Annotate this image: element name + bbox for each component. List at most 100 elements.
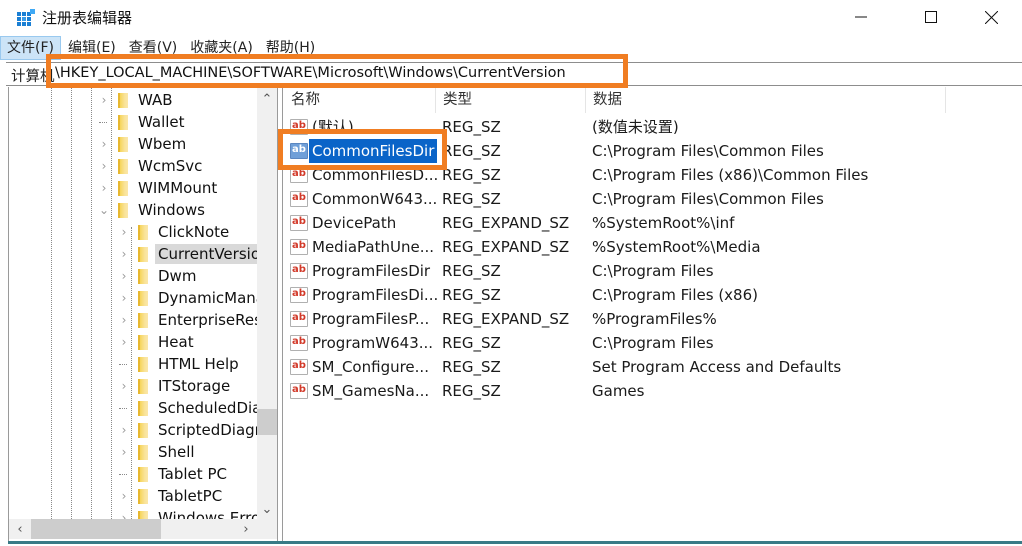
folder-icon <box>118 114 128 130</box>
value-name: CommonW643... <box>312 190 438 208</box>
tree-item[interactable]: › Shell <box>117 441 195 463</box>
registry-value-row[interactable]: ab ProgramFilesDi... REG_SZ C:\Program File… <box>283 283 1022 307</box>
registry-value-row[interactable]: ab CommonW643... REG_SZ C:\Program Files\Co… <box>283 187 1022 211</box>
tree-item-label: Tablet PC <box>158 465 227 483</box>
tree-item[interactable]: › ClickNote <box>117 221 230 243</box>
folder-icon <box>138 224 148 240</box>
tree-item[interactable]: ⌄ Windows <box>97 199 205 221</box>
column-separator[interactable] <box>945 87 946 113</box>
registry-value-row[interactable]: ab SM_GamesNa... REG_SZ Games <box>283 379 1022 403</box>
value-type: REG_EXPAND_SZ <box>442 310 570 328</box>
value-data: %ProgramFiles% <box>592 310 717 328</box>
scroll-right-button[interactable]: › <box>237 519 255 539</box>
chevron-right-icon[interactable]: › <box>117 485 131 507</box>
tree-item[interactable]: › Wbem <box>97 133 187 155</box>
string-value-icon: ab <box>290 191 308 207</box>
value-data: %SystemRoot%\inf <box>592 214 735 232</box>
value-type: REG_SZ <box>442 166 501 184</box>
tree-item[interactable]: › ITStorage <box>117 375 231 397</box>
chevron-right-icon[interactable]: › <box>97 89 111 111</box>
tree-item[interactable]: › TabletPC <box>117 485 223 507</box>
minimize-button[interactable] <box>838 0 884 34</box>
address-prefix: 计算机 <box>11 69 55 85</box>
tree-item[interactable]: › Dwm <box>117 265 197 287</box>
tree-item[interactable]: Wallet <box>97 111 185 133</box>
tree-item[interactable]: ScheduledDiagnostics <box>117 397 277 419</box>
tree-item[interactable]: › Heat <box>117 331 194 353</box>
tree-vertical-scrollbar[interactable]: ⌃ ⌄ <box>257 87 277 519</box>
tree-item[interactable]: › CurrentVersion <box>117 243 273 265</box>
tree-item-label: Wbem <box>138 135 187 153</box>
chevron-down-icon[interactable]: ⌄ <box>97 199 111 221</box>
value-name: SM_GamesNa... <box>312 382 430 400</box>
column-header-type[interactable]: 类型 <box>435 87 585 113</box>
scroll-up-button[interactable]: ⌃ <box>257 89 277 109</box>
tree-item[interactable]: › WAB <box>97 89 173 111</box>
registry-value-row[interactable]: ab SM_Configure... REG_SZ Set Program Acces… <box>283 355 1022 379</box>
menu-favorites[interactable]: 收藏夹(A) <box>184 36 259 60</box>
registry-value-row[interactable]: ab ProgramFilesDir REG_SZ C:\Program Files <box>283 259 1022 283</box>
tree-item-label: ClickNote <box>158 223 230 241</box>
chevron-right-icon[interactable]: › <box>117 309 131 331</box>
close-button[interactable] <box>968 0 1014 34</box>
value-data: Set Program Access and Defaults <box>592 358 842 376</box>
chevron-right-icon: › <box>243 521 249 537</box>
horizontal-scroll-thumb[interactable] <box>31 519 161 539</box>
chevron-right-icon[interactable]: › <box>117 441 131 463</box>
chevron-right-icon[interactable]: › <box>117 265 131 287</box>
chevron-right-icon[interactable]: › <box>117 375 131 397</box>
address-bar[interactable]: 计算机 \HKEY_LOCAL_MACHINE\SOFTWARE\Microso… <box>6 62 1022 86</box>
value-type: REG_SZ <box>442 286 501 304</box>
folder-icon <box>138 400 148 416</box>
value-name: ProgramFilesDir <box>312 262 431 280</box>
list-header: 名称 类型 数据 <box>283 87 1022 113</box>
chevron-right-icon[interactable]: › <box>117 243 131 265</box>
chevron-right-icon[interactable]: › <box>117 331 131 353</box>
registry-value-row[interactable]: ab CommonFilesDir REG_SZ C:\Program Files\C… <box>283 139 1022 163</box>
scroll-down-button[interactable]: ⌄ <box>257 499 277 519</box>
chevron-down-icon: ⌄ <box>261 501 273 517</box>
maximize-button[interactable] <box>908 0 954 34</box>
chevron-right-icon[interactable]: › <box>117 419 131 441</box>
tree-item[interactable]: › WcmSvc <box>97 155 203 177</box>
tree-item-label: ITStorage <box>158 377 231 395</box>
registry-value-row[interactable]: ab MediaPathUne... REG_EXPAND_SZ %SystemRoo… <box>283 235 1022 259</box>
registry-value-row[interactable]: ab ProgramFilesP... REG_EXPAND_SZ %ProgramF… <box>283 307 1022 331</box>
address-path[interactable]: \HKEY_LOCAL_MACHINE\SOFTWARE\Microsoft\W… <box>55 65 566 81</box>
string-value-icon: ab <box>290 119 308 135</box>
tree-item-label: Shell <box>158 443 195 461</box>
folder-icon <box>138 422 148 438</box>
menu-view[interactable]: 查看(V) <box>123 36 184 60</box>
tree-item[interactable]: ›EnterpriseResourceManager <box>117 309 277 331</box>
maximize-icon <box>925 11 937 23</box>
menu-edit[interactable]: 编辑(E) <box>62 36 122 60</box>
tree-horizontal-scrollbar[interactable]: ‹ › <box>9 519 257 539</box>
tree-connector-line <box>99 122 107 123</box>
value-type: REG_EXPAND_SZ <box>442 214 570 232</box>
registry-value-row[interactable]: ab ProgramW643... REG_SZ C:\Program Files <box>283 331 1022 355</box>
registry-value-row[interactable]: ab CommonFilesD... REG_SZ C:\Program Files … <box>283 163 1022 187</box>
menu-help[interactable]: 帮助(H) <box>260 36 321 60</box>
registry-value-row[interactable]: ab (默认) REG_SZ (数值未设置) <box>283 115 1022 139</box>
column-header-name[interactable]: 名称 <box>283 87 435 113</box>
chevron-right-icon[interactable]: › <box>97 133 111 155</box>
tree-item-label: WcmSvc <box>138 157 203 175</box>
tree-guide-line <box>51 87 52 519</box>
chevron-right-icon[interactable]: › <box>97 155 111 177</box>
chevron-right-icon[interactable]: › <box>97 177 111 199</box>
menu-file[interactable]: 文件(F) <box>0 36 61 60</box>
registry-value-row[interactable]: ab DevicePath REG_EXPAND_SZ %SystemRoot%\in… <box>283 211 1022 235</box>
vertical-scroll-thumb[interactable] <box>257 409 277 435</box>
chevron-right-icon[interactable]: › <box>117 221 131 243</box>
tree-item[interactable]: HTML Help <box>117 353 239 375</box>
tree-item[interactable]: Tablet PC <box>117 463 227 485</box>
tree-item[interactable]: › WIMMount <box>97 177 218 199</box>
tree-item-label: Dwm <box>158 267 197 285</box>
tree-item[interactable]: ›DynamicManagement <box>117 287 277 309</box>
tree-item[interactable]: ›ScriptedDiagnosticsProvider <box>117 419 277 441</box>
chevron-up-icon: ⌃ <box>261 91 273 107</box>
chevron-right-icon[interactable]: › <box>117 287 131 309</box>
scroll-left-button[interactable]: ‹ <box>11 519 29 539</box>
column-header-data[interactable]: 数据 <box>585 87 945 113</box>
key-tree-pane: › WAB Wallet › Wbem › WcmSvc › WIMMount ⌄ Windows ›… <box>8 87 278 543</box>
